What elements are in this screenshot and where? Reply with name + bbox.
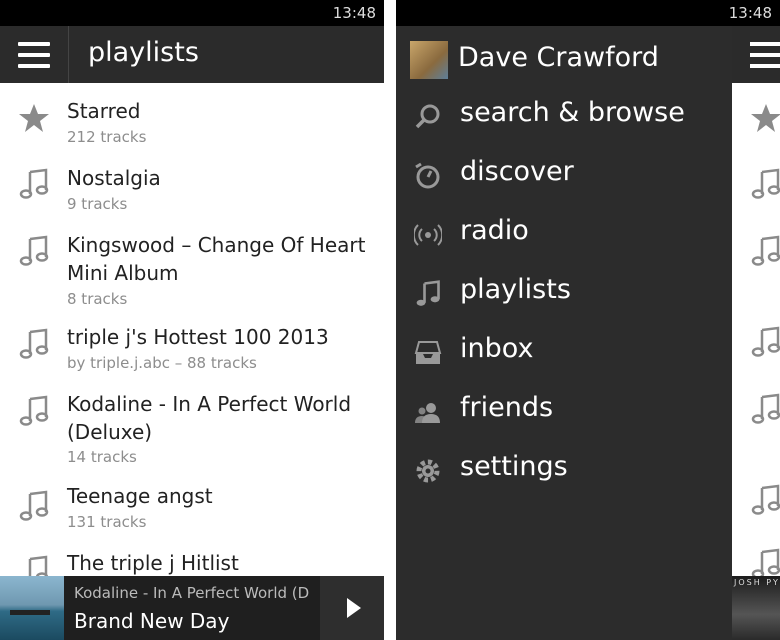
album-art[interactable]: JOSH PY (732, 576, 780, 640)
inbox-icon (414, 341, 442, 364)
radio-icon (414, 224, 442, 246)
status-bar: 13:48 (396, 0, 780, 26)
menu-label: radio (460, 215, 529, 246)
playlist-track-count: 9 tracks (67, 195, 128, 213)
screen-divider (384, 0, 396, 640)
music-note-icon (751, 326, 780, 357)
list-item[interactable]: triple j's Hottest 100 2013 by triple.j.… (0, 312, 384, 379)
navigation-drawer: Dave Crawford search & browse discover r… (396, 26, 732, 640)
divider (68, 26, 69, 83)
now-playing-bar[interactable]: Kodaline - In A Perfect World (De Brand … (0, 576, 384, 640)
star-icon (19, 104, 49, 132)
playlist-track-count: 131 tracks (67, 513, 147, 531)
user-name[interactable]: Dave Crawford (458, 42, 659, 73)
play-button[interactable] (320, 576, 384, 640)
music-note-icon (416, 280, 440, 306)
star-icon (751, 104, 780, 132)
list-item[interactable]: Kingswood – Change Of Heart Mini Album 8… (0, 217, 384, 312)
menu-label: playlists (460, 274, 571, 305)
list-item[interactable]: The triple j Hitlist (0, 541, 384, 586)
playlist-track-count: 14 tracks (67, 448, 137, 466)
playlist-track-count: 8 tracks (67, 290, 128, 308)
menu-item-inbox[interactable]: inbox (396, 327, 732, 377)
list-item[interactable]: Kodaline - In A Perfect World (Deluxe) 1… (0, 379, 384, 474)
menu-drawer-screen: 13:48 Dave Crawford search & browse disc… (396, 0, 780, 640)
music-note-icon (751, 168, 780, 199)
album-art-text: JOSH PY (734, 578, 780, 587)
music-note-icon (751, 235, 780, 266)
app-bar: playlists (0, 26, 384, 83)
playlist-name: Kingswood – Change Of Heart Mini Album (67, 233, 366, 285)
music-note-icon (751, 484, 780, 515)
music-note-icon (19, 328, 49, 359)
music-note-icon (19, 490, 49, 521)
friends-icon (415, 403, 440, 423)
music-note-icon (19, 395, 49, 426)
playlists-screen: 13:48 playlists Starred 212 tracks Nosta… (0, 0, 384, 640)
playlist-track-count: by triple.j.abc – 88 tracks (67, 354, 257, 372)
music-note-icon (19, 235, 49, 266)
music-note-icon (751, 393, 780, 424)
page-title: playlists (88, 37, 199, 68)
menu-label: inbox (460, 333, 534, 364)
status-time: 13:48 (728, 4, 772, 22)
menu-item-discover[interactable]: discover (396, 150, 732, 200)
avatar[interactable] (410, 41, 448, 79)
playlist-track-count: 212 tracks (67, 128, 147, 146)
menu-label: settings (460, 451, 568, 482)
menu-label: friends (460, 392, 554, 423)
menu-item-settings[interactable]: settings (396, 445, 732, 495)
playlist-name: Kodaline - In A Perfect World (Deluxe) (67, 392, 352, 444)
menu-item-friends[interactable]: friends (396, 386, 732, 436)
status-time: 13:48 (332, 4, 376, 22)
menu-item-search-browse[interactable]: search & browse (396, 91, 732, 141)
menu-item-playlists[interactable]: playlists (396, 268, 732, 318)
list-item[interactable]: Teenage angst 131 tracks (0, 474, 384, 541)
gear-icon (416, 459, 440, 483)
list-item[interactable]: Starred 212 tracks (0, 83, 384, 150)
playlist-name: triple j's Hottest 100 2013 (67, 325, 329, 349)
hamburger-menu-icon[interactable] (18, 42, 50, 68)
playlist-name: Teenage angst (67, 484, 213, 508)
album-art (0, 576, 64, 640)
playlist-name: The triple j Hitlist (67, 551, 239, 575)
status-bar: 13:48 (0, 0, 384, 26)
now-playing-track: Brand New Day (74, 609, 230, 633)
music-note-icon (19, 168, 49, 199)
hamburger-menu-icon[interactable] (732, 26, 780, 83)
menu-item-radio[interactable]: radio (396, 209, 732, 259)
menu-label: search & browse (460, 97, 685, 128)
menu-label: discover (460, 156, 574, 187)
search-icon (415, 104, 440, 129)
content-peek[interactable]: JOSH PY (732, 26, 780, 640)
discover-icon (415, 162, 440, 189)
playlist-name: Starred (67, 99, 141, 123)
playlist-name: Nostalgia (67, 166, 161, 190)
now-playing-album: Kodaline - In A Perfect World (De (74, 584, 310, 602)
list-item[interactable]: Nostalgia 9 tracks (0, 150, 384, 217)
